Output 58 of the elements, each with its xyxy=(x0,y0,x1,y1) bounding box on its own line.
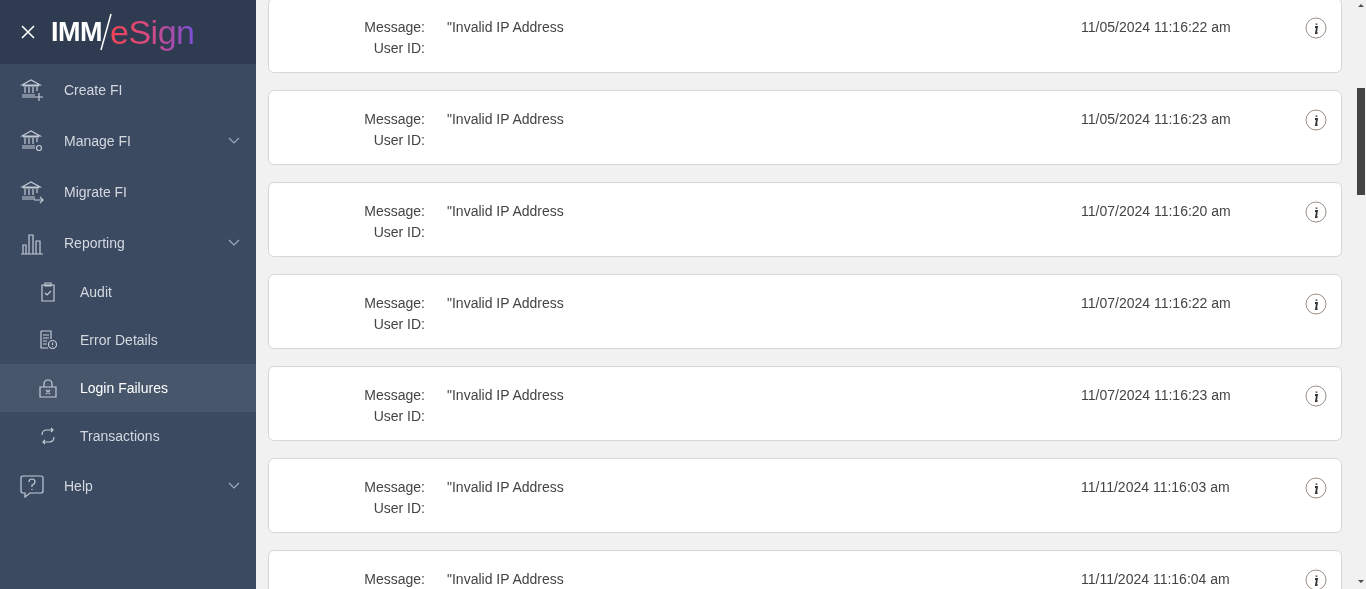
bank-gear-icon xyxy=(20,128,44,153)
field-label: User ID: xyxy=(373,131,425,150)
bank-arrow-icon xyxy=(20,179,44,204)
sidebar-item[interactable]: Migrate FI xyxy=(0,166,256,217)
timestamp: 11/07/2024 11:16:22 am xyxy=(1081,294,1232,313)
sidebar-subitem[interactable]: Audit xyxy=(0,268,256,316)
sidebar-item[interactable]: Manage FI xyxy=(0,115,256,166)
field-label: Message: xyxy=(364,478,425,497)
sidebar-subitem[interactable]: Error Details xyxy=(0,316,256,364)
field-label: Message: xyxy=(364,110,425,129)
message-text: "Invalid IP Address xyxy=(447,478,565,497)
scrollbar[interactable] xyxy=(1356,0,1366,589)
message-text: "Invalid IP Address xyxy=(447,18,565,37)
field-label: Message: xyxy=(364,386,425,405)
field-label: User ID: xyxy=(373,315,425,334)
info-icon[interactable] xyxy=(1305,569,1327,589)
info-icon[interactable] xyxy=(1305,201,1327,223)
timestamp: 11/07/2024 11:16:20 am xyxy=(1081,202,1232,221)
field-label: User ID: xyxy=(373,223,425,242)
sidebar-item[interactable]: Help xyxy=(0,460,256,511)
info-icon[interactable] xyxy=(1305,293,1327,315)
timestamp: 11/07/2024 11:16:23 am xyxy=(1081,386,1232,405)
message-text: "Invalid IP Address xyxy=(447,110,565,129)
info-icon[interactable] xyxy=(1305,17,1327,39)
bank-add-icon xyxy=(20,77,44,102)
field-label: User ID: xyxy=(373,39,425,58)
chevron-down-icon xyxy=(228,482,240,489)
field-label: Message: xyxy=(364,294,425,313)
sidebar-item[interactable]: Create FI xyxy=(0,64,256,115)
sidebar-subitem[interactable]: Login Failures xyxy=(0,364,256,412)
lock-icon xyxy=(38,378,58,398)
info-icon[interactable] xyxy=(1305,477,1327,499)
sidebar-item[interactable]: Reporting xyxy=(0,217,256,268)
field-label: Message: xyxy=(364,570,425,589)
clipboard-check-icon xyxy=(38,282,58,302)
field-label: User ID: xyxy=(373,407,425,426)
close-icon[interactable] xyxy=(21,25,35,39)
field-label: Message: xyxy=(364,18,425,37)
refresh-icon xyxy=(38,426,58,446)
chevron-down-icon xyxy=(228,137,240,144)
field-label: Message: xyxy=(364,202,425,221)
info-icon[interactable] xyxy=(1305,385,1327,407)
timestamp: 11/11/2024 11:16:04 am xyxy=(1081,570,1231,589)
chevron-down-icon xyxy=(228,239,240,246)
document-alert-icon xyxy=(38,330,58,350)
timestamp: 11/05/2024 11:16:22 am xyxy=(1081,18,1232,37)
message-text: "Invalid IP Address xyxy=(447,570,565,589)
message-text: "Invalid IP Address xyxy=(447,386,565,405)
timestamp: 11/05/2024 11:16:23 am xyxy=(1081,110,1232,129)
field-label: User ID: xyxy=(373,499,425,518)
info-icon[interactable] xyxy=(1305,109,1327,131)
message-text: "Invalid IP Address xyxy=(447,294,565,313)
slash-icon xyxy=(100,12,112,52)
timestamp: 11/11/2024 11:16:03 am xyxy=(1081,478,1231,497)
message-text: "Invalid IP Address xyxy=(447,202,565,221)
help-bubble-icon xyxy=(20,473,44,498)
sidebar-subitem[interactable]: Transactions xyxy=(0,412,256,460)
logo-text: IMM xyxy=(51,16,102,48)
